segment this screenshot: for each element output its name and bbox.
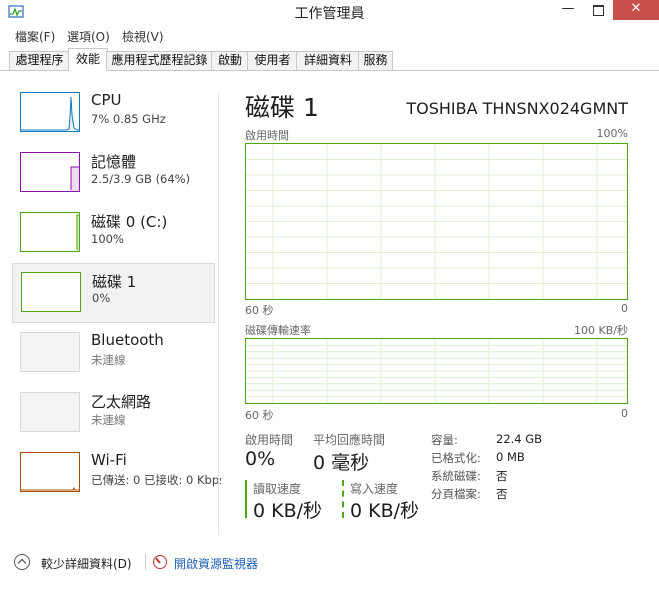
sidebar-item-label: 記憶體 <box>91 153 137 171</box>
menu-bar: 檔案(F) 選項(O) 檢視(V) <box>0 25 659 45</box>
menu-options[interactable]: 選項(O) <box>67 28 110 45</box>
transfer-rate-graph-max: 100 KB/秒 <box>574 324 628 337</box>
sidebar-item-cpu[interactable]: CPU 7% 0.85 GHz <box>12 89 214 147</box>
bluetooth-thumbnail-graph <box>20 332 80 372</box>
minimize-button[interactable]: — <box>553 0 583 20</box>
maximize-button[interactable] <box>583 0 613 20</box>
sidebar-item-value: 7% 0.85 GHz <box>91 112 166 126</box>
formatted-label: 已格式化: <box>431 451 481 465</box>
tab-startup[interactable]: 啟動 <box>211 51 249 70</box>
sidebar-item-disk-0[interactable]: 磁碟 0 (C:) 100% <box>12 209 214 267</box>
sidebar-item-label: Wi-Fi <box>91 451 127 469</box>
active-time-value: 0% <box>245 448 276 470</box>
sidebar-item-disk-1[interactable]: 磁碟 1 0% <box>12 263 215 323</box>
tab-services[interactable]: 服務 <box>358 51 393 70</box>
footer-divider <box>145 554 146 570</box>
write-speed-value: 0 KB/秒 <box>350 500 420 522</box>
tab-processes[interactable]: 處理程序 <box>9 51 70 70</box>
read-speed-indicator <box>245 480 247 518</box>
disk0-thumbnail-graph <box>20 212 80 252</box>
page-title: 磁碟 1 <box>245 93 319 122</box>
active-time-graph <box>245 143 628 300</box>
page-file-value: 否 <box>496 487 508 501</box>
sidebar-item-label: 磁碟 0 (C:) <box>91 213 168 231</box>
capacity-label: 容量: <box>431 433 458 447</box>
cpu-thumbnail-graph <box>20 92 80 132</box>
sidebar-divider <box>218 93 219 535</box>
wifi-thumbnail-graph <box>20 452 80 492</box>
sidebar-item-wifi[interactable]: Wi-Fi 已傳送: 0 已接收: 0 Kbps <box>12 449 221 507</box>
sidebar-item-label: 磁碟 1 <box>92 273 137 291</box>
ethernet-thumbnail-graph <box>20 392 80 432</box>
tab-users[interactable]: 使用者 <box>247 51 298 70</box>
system-disk-label: 系統磁碟: <box>431 469 481 483</box>
read-speed-value: 0 KB/秒 <box>253 500 323 522</box>
active-time-label: 啟用時間 <box>245 433 294 447</box>
active-time-graph-max: 100% <box>596 127 628 140</box>
open-resource-monitor-link[interactable]: 開啟資源監視器 <box>174 555 258 572</box>
sidebar-item-value: 100% <box>91 232 124 246</box>
sidebar-item-value: 已傳送: 0 已接收: 0 Kbps <box>91 473 221 487</box>
active-time-graph-label: 啟用時間 <box>245 129 289 142</box>
sidebar-item-bluetooth[interactable]: Bluetooth 未連線 <box>12 329 214 387</box>
collapse-chevron-icon[interactable] <box>14 554 30 570</box>
footer-bar: 較少詳細資料(D) 開啟資源監視器 <box>0 548 659 578</box>
sidebar-item-label: 乙太網路 <box>91 393 152 411</box>
transfer-rate-graph-min: 0 <box>621 407 628 420</box>
system-disk-value: 否 <box>496 469 508 483</box>
menu-file[interactable]: 檔案(F) <box>15 28 55 45</box>
sidebar-item-memory[interactable]: 記憶體 2.5/3.9 GB (64%) <box>12 149 214 207</box>
page-file-label: 分頁檔案: <box>431 487 481 501</box>
disk-model-name: TOSHIBA THNSNX024GMNT <box>406 99 628 118</box>
tab-details[interactable]: 詳細資料 <box>296 51 360 70</box>
sidebar-item-ethernet[interactable]: 乙太網路 未連線 <box>12 389 214 447</box>
active-time-graph-min: 0 <box>621 302 628 315</box>
disk1-thumbnail-graph <box>21 272 81 312</box>
tab-app-history[interactable]: 應用程式歷程記錄 <box>106 51 213 70</box>
write-speed-indicator <box>342 480 344 518</box>
sidebar-item-label: Bluetooth <box>91 331 164 349</box>
active-time-graph-span: 60 秒 <box>245 304 274 317</box>
avg-response-label: 平均回應時間 <box>313 433 386 447</box>
sidebar-item-label: CPU <box>91 91 122 109</box>
sidebar-item-value: 0% <box>92 291 111 305</box>
sidebar-item-value: 未連線 <box>91 413 126 427</box>
close-button[interactable]: ✕ <box>613 0 659 20</box>
write-speed-label: 寫入速度 <box>350 482 399 496</box>
title-bar: 工作管理員 — ✕ <box>0 0 659 24</box>
maximize-icon <box>592 5 604 16</box>
transfer-rate-graph-span: 60 秒 <box>245 409 274 422</box>
resource-monitor-icon <box>153 555 167 569</box>
transfer-rate-graph-label: 磁碟傳輸速率 <box>245 324 311 337</box>
transfer-rate-graph <box>245 338 628 404</box>
sidebar-item-value: 未連線 <box>91 353 126 367</box>
avg-response-value: 0 毫秒 <box>313 452 370 474</box>
tab-performance[interactable]: 效能 <box>68 48 108 71</box>
tab-bar: 處理程序 效能 應用程式歷程記錄 啟動 使用者 詳細資料 服務 <box>0 48 659 71</box>
sidebar-item-value: 2.5/3.9 GB (64%) <box>91 172 191 186</box>
fewer-details-button[interactable]: 較少詳細資料(D) <box>41 555 132 572</box>
read-speed-label: 讀取速度 <box>253 482 302 496</box>
memory-thumbnail-graph <box>20 152 80 192</box>
capacity-value: 22.4 GB <box>496 432 543 446</box>
formatted-value: 0 MB <box>496 450 525 464</box>
menu-view[interactable]: 檢視(V) <box>122 28 164 45</box>
